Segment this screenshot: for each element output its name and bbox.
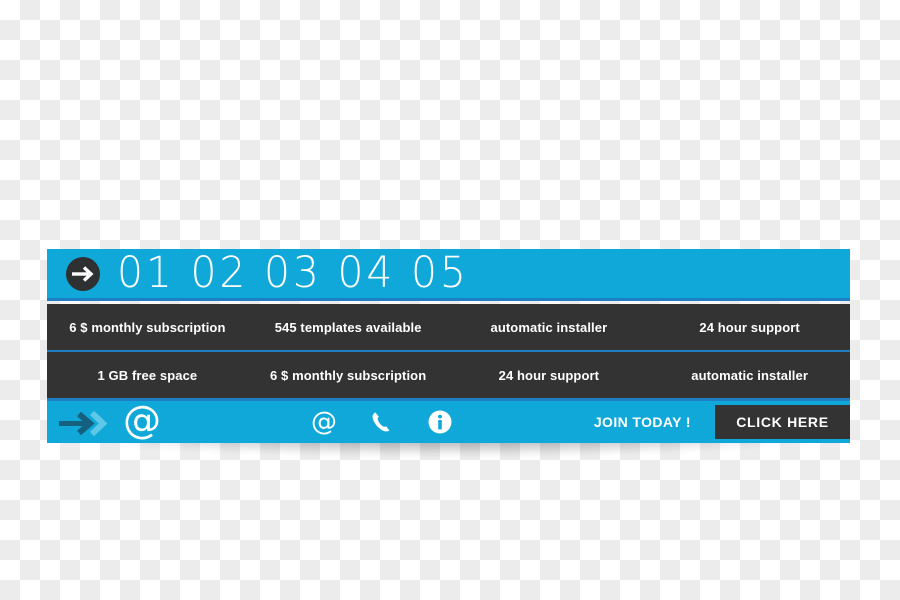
feature-cell: 1 GB free space — [97, 367, 198, 383]
cta-left-group: @ — [59, 401, 161, 441]
feature-cell: 24 hour support — [498, 367, 600, 383]
join-today-label[interactable]: JOIN TODAY ! — [594, 414, 691, 430]
feature-row: 1 GB free space 6 $ monthly subscription… — [47, 352, 850, 401]
feature-cell: 6 $ monthly subscription — [69, 319, 226, 335]
feature-cell: 6 $ monthly subscription — [269, 367, 427, 383]
banner-cta-bar: @ @ JOIN TODAY ! CLICK HERE — [47, 401, 850, 443]
arrow-right-chevrons-icon — [59, 410, 108, 436]
feature-cell: automatic installer — [691, 367, 809, 383]
cta-contact-icons: @ — [311, 409, 453, 435]
banner-step-numbers: 01 02 03 04 05 — [117, 248, 469, 298]
banner-header-bar: 01 02 03 04 05 — [47, 249, 850, 301]
arrow-right-circle-icon[interactable] — [65, 256, 101, 292]
email-at-icon-large[interactable]: @ — [123, 401, 161, 439]
feature-row: 6 $ monthly subscription 545 templates a… — [47, 304, 850, 352]
email-at-icon[interactable]: @ — [311, 409, 337, 435]
feature-cell: automatic installer — [490, 319, 608, 335]
phone-icon[interactable] — [369, 409, 395, 435]
click-here-button[interactable]: CLICK HERE — [715, 405, 850, 439]
feature-cell: 545 templates available — [274, 319, 422, 335]
info-circle-icon[interactable] — [427, 409, 453, 435]
promo-banner: 01 02 03 04 05 6 $ monthly subscription … — [47, 249, 850, 456]
feature-cell: 24 hour support — [699, 319, 800, 335]
